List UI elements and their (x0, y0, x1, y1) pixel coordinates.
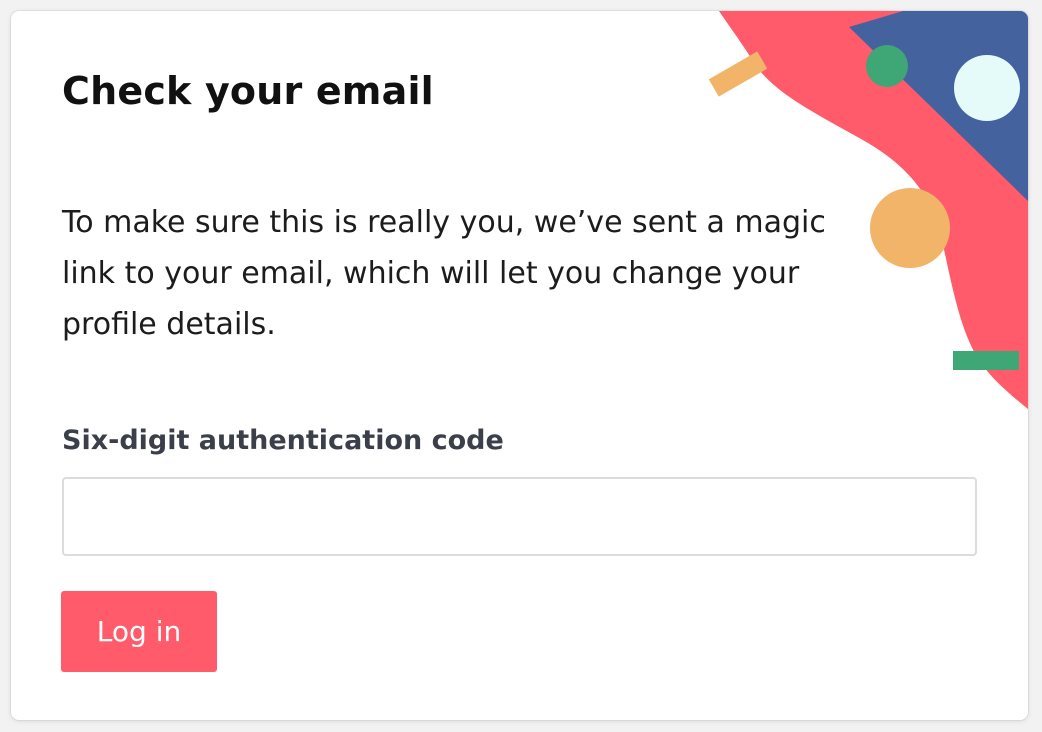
code-field-label: Six-digit authentication code (62, 425, 504, 456)
check-email-card: Check your email To make sure this is re… (11, 11, 1028, 720)
page-title: Check your email (62, 69, 434, 113)
log-in-button[interactable]: Log in (61, 591, 217, 672)
green-dot-shape (866, 45, 908, 87)
mint-circle-shape (954, 55, 1020, 121)
auth-code-input[interactable] (62, 477, 977, 556)
green-bar-shape (953, 351, 1019, 370)
instructions-text: To make sure this is really you, we’ve s… (62, 205, 826, 342)
orange-circle-shape (870, 188, 950, 268)
orange-bar-shape (708, 51, 768, 97)
blue-band-shape (849, 11, 1028, 201)
